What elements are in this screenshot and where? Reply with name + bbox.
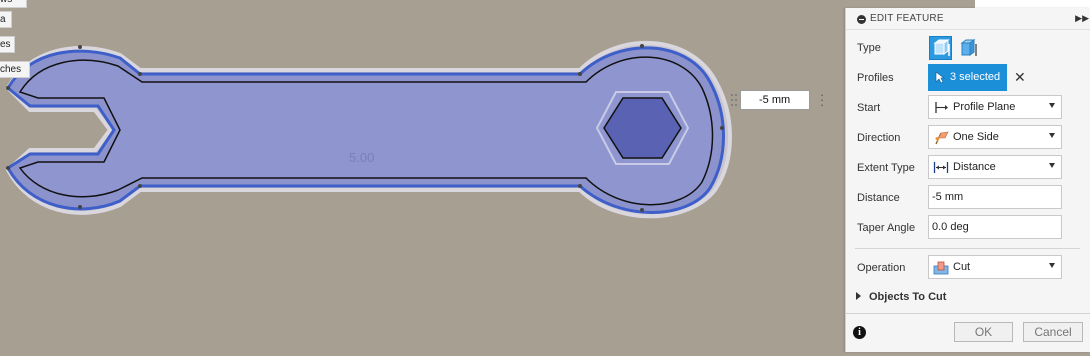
extent-type-dropdown[interactable]: Distance [928,155,1062,179]
dimension-label: 5.00 [349,150,375,165]
chevron-down-icon [1049,133,1055,138]
select-cursor-icon [935,71,945,84]
collapse-circle-icon[interactable] [857,15,866,24]
distance-icon [933,162,949,173]
browser-tag[interactable]: a [0,11,12,28]
profiles-label: Profiles [857,72,894,84]
divider [846,313,1090,314]
solid-extrude-button[interactable] [929,36,952,60]
canvas-viewport[interactable]: ws a es ches 5.00 ··· [0,0,845,356]
extent-type-label: Extent Type [857,162,915,174]
extent-type-value: Distance [953,161,996,173]
clear-selection-icon[interactable]: ✕ [1014,70,1026,84]
dimension-input-box: ··· [729,88,832,111]
profile-plane-icon [935,102,948,113]
surface-extrude-button[interactable] [958,36,980,60]
direction-label: Direction [857,132,901,144]
taper-angle-label: Taper Angle [857,222,916,234]
operation-dropdown[interactable]: Cut [928,255,1062,279]
cut-icon [933,261,949,275]
panel-title: EDIT FEATURE [870,13,944,24]
objects-to-cut-section[interactable]: Objects To Cut [856,291,946,303]
start-label: Start [857,102,881,114]
one-side-flag-icon [935,131,949,145]
chevron-down-icon [1049,163,1055,168]
surface-extrude-icon [960,39,977,56]
distance-label: Distance [857,192,900,204]
start-dropdown[interactable]: Profile Plane [928,95,1062,119]
cancel-button[interactable]: Cancel [1023,322,1083,342]
taper-angle-input[interactable] [928,215,1062,239]
chevron-down-icon [1049,263,1055,268]
distance-input[interactable] [928,185,1062,209]
browser-tag[interactable]: es [0,36,15,53]
info-icon[interactable]: i [853,326,866,339]
direction-dropdown[interactable]: One Side [928,125,1062,149]
expand-panel-icon[interactable]: ▶▶ [1075,13,1089,24]
more-options-icon[interactable]: · · · [817,88,827,111]
drag-handle-icon[interactable] [729,91,739,109]
solid-extrude-icon [933,39,950,56]
profiles-selection-button[interactable]: 3 selected [928,64,1007,91]
type-label: Type [857,42,881,54]
wrench-sketch-profile[interactable] [0,0,845,356]
objects-to-cut-label: Objects To Cut [869,291,947,303]
dimension-input[interactable] [740,90,810,110]
start-value: Profile Plane [953,101,1016,113]
operation-value: Cut [953,261,971,273]
operation-label: Operation [857,262,906,274]
direction-value: One Side [953,131,999,143]
browser-tag[interactable]: ws [0,0,27,8]
browser-tag[interactable]: ches [0,61,30,78]
divider [855,248,1080,249]
profiles-value: 3 selected [950,71,1001,83]
expand-arrow-icon [856,292,861,300]
top-right-strip [975,0,1090,8]
panel-header: EDIT FEATURE ▶▶ [846,8,1090,30]
chevron-down-icon [1049,103,1055,108]
ok-button[interactable]: OK [954,322,1013,342]
